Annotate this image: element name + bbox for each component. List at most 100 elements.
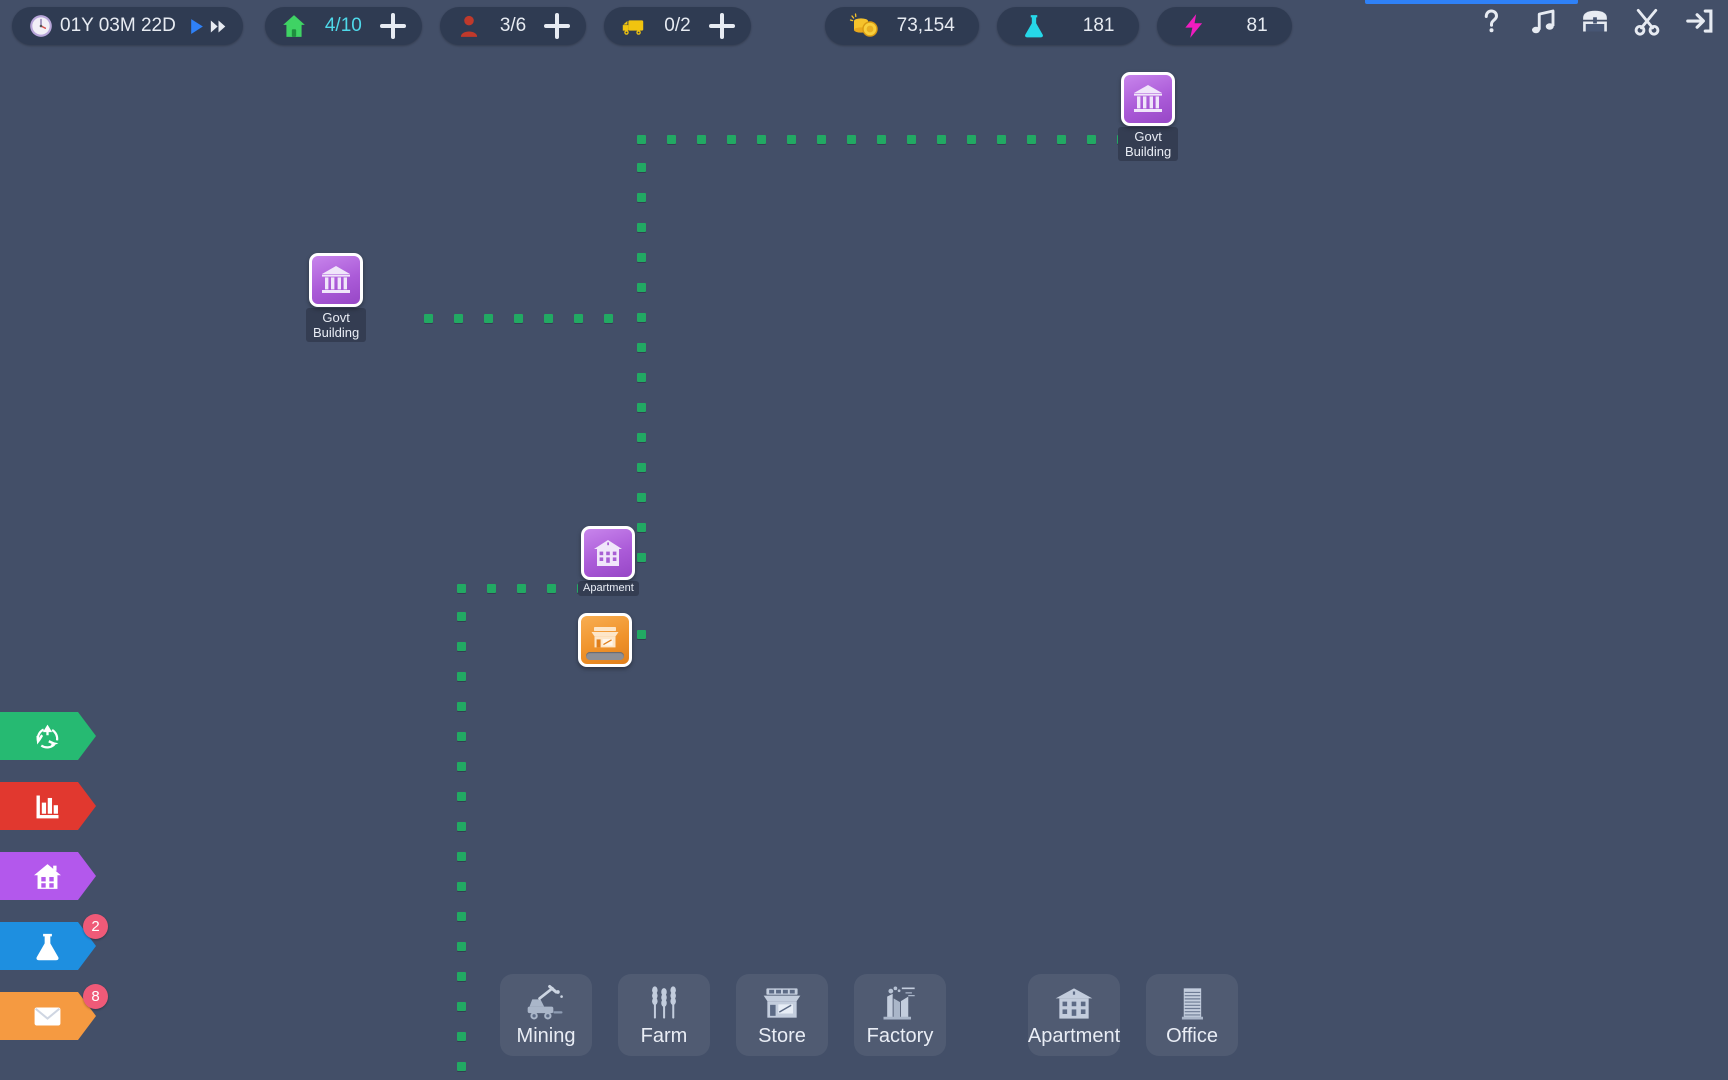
truck-icon xyxy=(620,13,646,39)
road-tile[interactable] xyxy=(457,972,466,981)
fast-forward-icon[interactable] xyxy=(210,18,227,35)
map-building[interactable] xyxy=(578,613,632,667)
road-tile[interactable] xyxy=(457,612,466,621)
road-tile[interactable] xyxy=(637,630,646,639)
road-tile[interactable] xyxy=(457,702,466,711)
sidebar-item-recycle[interactable] xyxy=(0,712,96,760)
building-tile[interactable] xyxy=(578,613,632,667)
scissors-icon[interactable] xyxy=(1632,6,1662,36)
road-tile[interactable] xyxy=(457,882,466,891)
road-tile[interactable] xyxy=(637,403,646,412)
sidebar-item-stats[interactable] xyxy=(0,782,96,830)
sidebar-item-mail[interactable] xyxy=(0,992,96,1040)
road-tile[interactable] xyxy=(457,642,466,651)
road-tile[interactable] xyxy=(637,433,646,442)
road-tile[interactable] xyxy=(454,314,463,323)
road-tile[interactable] xyxy=(637,373,646,382)
build-button-store[interactable]: Store xyxy=(736,974,828,1056)
exit-arrow-icon[interactable] xyxy=(1684,6,1714,36)
building-tile[interactable] xyxy=(1121,72,1175,126)
road-tile[interactable] xyxy=(637,163,646,172)
population-add-button[interactable] xyxy=(544,13,570,39)
game-map[interactable]: Govt Building Govt Building Apartment xyxy=(0,0,1728,1080)
road-tile[interactable] xyxy=(517,584,526,593)
build-menu: Mining Farm xyxy=(500,974,1238,1056)
road-tile[interactable] xyxy=(484,314,493,323)
road-tile[interactable] xyxy=(457,1032,466,1041)
road-tile[interactable] xyxy=(457,672,466,681)
road-tile[interactable] xyxy=(997,135,1006,144)
road-tile[interactable] xyxy=(1027,135,1036,144)
money-pill[interactable]: 73,154 xyxy=(825,7,979,45)
build-label-store: Store xyxy=(758,1025,806,1047)
road-tile[interactable] xyxy=(817,135,826,144)
sidebar-item-research[interactable] xyxy=(0,922,96,970)
road-tile[interactable] xyxy=(574,314,583,323)
road-tile[interactable] xyxy=(637,135,646,144)
build-button-factory[interactable]: Factory xyxy=(854,974,946,1056)
music-note-icon[interactable] xyxy=(1528,6,1558,36)
road-tile[interactable] xyxy=(457,792,466,801)
road-tile[interactable] xyxy=(457,1062,466,1071)
treasure-chest-icon[interactable] xyxy=(1580,6,1610,36)
road-tile[interactable] xyxy=(457,912,466,921)
road-tile[interactable] xyxy=(457,1002,466,1011)
trucks-value: 0/2 xyxy=(664,15,690,37)
play-icon[interactable] xyxy=(188,18,205,35)
road-tile[interactable] xyxy=(487,584,496,593)
road-tile[interactable] xyxy=(967,135,976,144)
population-pill[interactable]: 3/6 xyxy=(440,7,586,45)
house-icon xyxy=(281,13,307,39)
road-tile[interactable] xyxy=(457,584,466,593)
road-tile[interactable] xyxy=(457,942,466,951)
building-tile[interactable] xyxy=(581,526,635,580)
road-tile[interactable] xyxy=(637,493,646,502)
road-tile[interactable] xyxy=(757,135,766,144)
road-tile[interactable] xyxy=(937,135,946,144)
road-tile[interactable] xyxy=(637,313,646,322)
road-tile[interactable] xyxy=(637,343,646,352)
question-mark-icon[interactable] xyxy=(1476,6,1506,36)
road-tile[interactable] xyxy=(727,135,736,144)
map-building[interactable]: Govt Building xyxy=(306,253,366,342)
road-tile[interactable] xyxy=(547,584,556,593)
road-tile[interactable] xyxy=(1087,135,1096,144)
housing-pill[interactable]: 4/10 xyxy=(265,7,422,45)
build-button-office[interactable]: Office xyxy=(1146,974,1238,1056)
road-tile[interactable] xyxy=(697,135,706,144)
trucks-pill[interactable]: 0/2 xyxy=(604,7,750,45)
road-tile[interactable] xyxy=(637,193,646,202)
road-tile[interactable] xyxy=(424,314,433,323)
road-tile[interactable] xyxy=(544,314,553,323)
trucks-add-button[interactable] xyxy=(709,13,735,39)
sidebar-item-housing[interactable] xyxy=(0,852,96,900)
bar-chart-icon xyxy=(32,791,63,822)
clock-pill[interactable]: 01Y 03M 22D xyxy=(12,7,243,45)
apartment-icon xyxy=(1052,983,1096,1023)
science-pill[interactable]: 181 xyxy=(997,7,1139,45)
road-tile[interactable] xyxy=(604,314,613,323)
road-tile[interactable] xyxy=(457,852,466,861)
road-tile[interactable] xyxy=(637,463,646,472)
build-button-apartment[interactable]: Apartment xyxy=(1028,974,1120,1056)
build-button-mining[interactable]: Mining xyxy=(500,974,592,1056)
road-tile[interactable] xyxy=(637,283,646,292)
road-tile[interactable] xyxy=(514,314,523,323)
energy-pill[interactable]: 81 xyxy=(1157,7,1292,45)
build-button-farm[interactable]: Farm xyxy=(618,974,710,1056)
housing-add-button[interactable] xyxy=(380,13,406,39)
map-building[interactable]: Govt Building xyxy=(1118,72,1178,161)
road-tile[interactable] xyxy=(457,732,466,741)
road-tile[interactable] xyxy=(1057,135,1066,144)
road-tile[interactable] xyxy=(457,822,466,831)
map-building[interactable]: Apartment xyxy=(578,526,639,596)
road-tile[interactable] xyxy=(637,253,646,262)
road-tile[interactable] xyxy=(667,135,676,144)
road-tile[interactable] xyxy=(847,135,856,144)
road-tile[interactable] xyxy=(907,135,916,144)
road-tile[interactable] xyxy=(877,135,886,144)
road-tile[interactable] xyxy=(787,135,796,144)
road-tile[interactable] xyxy=(637,223,646,232)
road-tile[interactable] xyxy=(457,762,466,771)
building-tile[interactable] xyxy=(309,253,363,307)
